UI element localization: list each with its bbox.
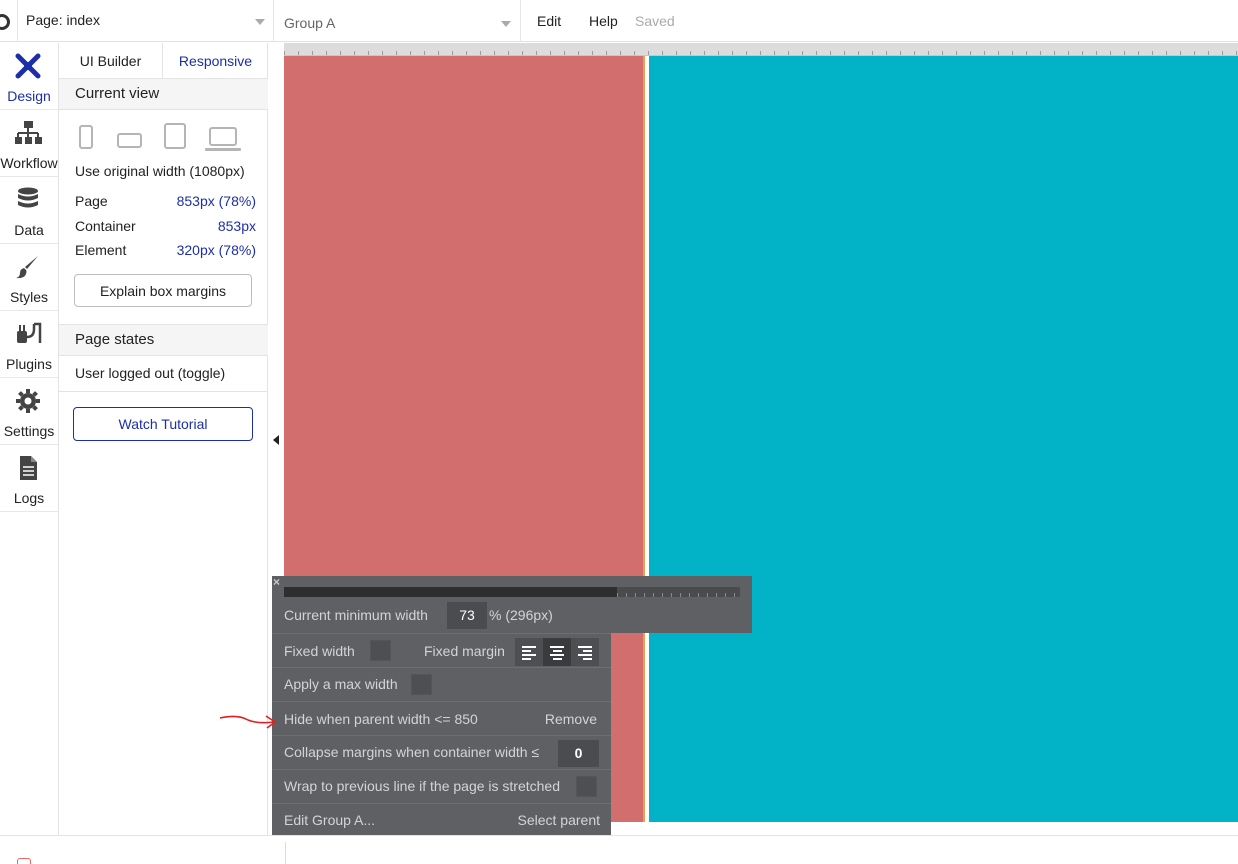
- page-state-item[interactable]: User logged out (toggle): [59, 355, 268, 392]
- collapse-margins-row: Collapse margins when container width ≤ …: [272, 735, 611, 769]
- max-width-label: Apply a max width: [284, 676, 398, 692]
- chevron-down-icon: [255, 19, 265, 25]
- document-icon: [20, 456, 37, 480]
- workflow-icon: [15, 121, 42, 144]
- element-selector-label: Group A: [284, 15, 336, 31]
- nav-label: Data: [14, 222, 44, 238]
- element-width-value: 320px (78%): [176, 242, 256, 258]
- responsive-settings-popup: × Current minimum width 73 % (296px) Fix…: [272, 575, 752, 835]
- align-left-icon[interactable]: [515, 638, 543, 666]
- menu-help[interactable]: Help: [589, 13, 618, 29]
- database-icon: [18, 187, 38, 208]
- nav-label: Design: [7, 88, 51, 104]
- phone-portrait-icon[interactable]: [79, 125, 93, 149]
- min-width-slider-fill[interactable]: [284, 587, 617, 597]
- current-view-heading: Current view: [59, 78, 268, 110]
- nav-item-plugins[interactable]: Plugins: [0, 311, 58, 378]
- popup-header: × Current minimum width 73 % (296px): [272, 575, 752, 633]
- error-indicator-icon[interactable]: [17, 858, 31, 864]
- divider: [285, 842, 286, 864]
- nav-label: Plugins: [6, 356, 52, 372]
- edit-row: Edit Group A... Select parent: [272, 803, 611, 835]
- element-width-label: Element: [75, 242, 127, 258]
- container-width-value: 853px: [217, 218, 256, 234]
- chevron-down-icon: [501, 21, 511, 27]
- annotation-arrow-icon: [219, 715, 277, 729]
- alignment-group: [515, 638, 599, 666]
- min-width-label: Current minimum width: [284, 607, 428, 623]
- fixed-width-label: Fixed width: [284, 643, 355, 659]
- nav-label: Workflow: [0, 155, 58, 171]
- page-selector-label: Page: index: [26, 12, 100, 28]
- top-bar: Page: index Group A Edit Help Saved: [0, 0, 1238, 42]
- original-width-option[interactable]: Use original width (1080px): [75, 163, 245, 179]
- design-icon: [15, 53, 41, 79]
- edit-group-link[interactable]: Edit Group A...: [284, 812, 375, 828]
- wrap-checkbox[interactable]: [576, 776, 597, 797]
- watch-tutorial-button[interactable]: Watch Tutorial: [73, 407, 253, 441]
- align-center-icon[interactable]: [543, 638, 571, 666]
- max-width-row: Apply a max width: [272, 667, 611, 701]
- nav-item-logs[interactable]: Logs: [0, 445, 58, 512]
- select-parent-link[interactable]: Select parent: [518, 812, 601, 828]
- min-width-row: Current minimum width 73 % (296px): [272, 598, 752, 633]
- element-selector[interactable]: Group A: [275, 0, 521, 42]
- plug-icon: [17, 322, 42, 343]
- tab-responsive[interactable]: Responsive: [163, 43, 268, 79]
- app-logo-icon: [0, 14, 10, 30]
- max-width-checkbox[interactable]: [411, 674, 432, 695]
- nav-item-styles[interactable]: Styles: [0, 244, 58, 311]
- laptop-icon[interactable]: [209, 127, 237, 146]
- hide-when-label: Hide when parent width <= 850: [284, 711, 478, 727]
- nav-item-data[interactable]: Data: [0, 177, 58, 244]
- remove-link[interactable]: Remove: [545, 711, 597, 727]
- explain-box-margins-button[interactable]: Explain box margins: [74, 274, 252, 307]
- page-states-heading: Page states: [59, 324, 268, 356]
- nav-item-settings[interactable]: Settings: [0, 378, 58, 445]
- wrap-row: Wrap to previous line if the page is str…: [272, 769, 611, 803]
- tab-ui-builder[interactable]: UI Builder: [59, 43, 163, 79]
- horizontal-ruler: [284, 43, 1238, 56]
- fixed-width-checkbox[interactable]: [370, 640, 391, 661]
- min-width-input[interactable]: 73: [447, 602, 487, 629]
- fixed-width-row: Fixed width Fixed margin: [272, 633, 611, 667]
- phone-landscape-icon[interactable]: [117, 133, 142, 148]
- bottom-strip: [0, 835, 1238, 864]
- fixed-margin-label: Fixed margin: [424, 643, 505, 659]
- collapse-margins-label: Collapse margins when container width ≤: [284, 744, 540, 760]
- brush-icon: [16, 256, 38, 279]
- close-icon[interactable]: ×: [273, 575, 280, 589]
- align-right-icon[interactable]: [571, 638, 599, 666]
- device-preview-group: [75, 123, 255, 153]
- collapse-width-input[interactable]: 0: [558, 740, 599, 767]
- hide-when-row: Hide when parent width <= 850 Remove: [272, 701, 611, 735]
- min-width-suffix: % (296px): [489, 607, 553, 623]
- panel-tabs: UI Builder Responsive: [59, 43, 268, 79]
- menu-edit[interactable]: Edit: [537, 13, 561, 29]
- collapse-panel-icon[interactable]: [273, 435, 279, 445]
- save-status: Saved: [635, 13, 675, 29]
- container-width-label: Container: [75, 218, 136, 234]
- laptop-base: [205, 148, 241, 151]
- nav-label: Settings: [3, 423, 55, 439]
- page-width-value: 853px (78%): [176, 193, 256, 209]
- page-width-label: Page: [75, 193, 108, 209]
- nav-label: Logs: [13, 490, 45, 506]
- nav-label: Styles: [9, 289, 49, 305]
- tablet-icon[interactable]: [164, 123, 186, 149]
- gear-icon: [16, 389, 40, 413]
- nav-item-workflow[interactable]: Workflow: [0, 110, 58, 177]
- nav-item-design[interactable]: Design: [0, 43, 58, 110]
- page-selector[interactable]: Page: index: [17, 0, 274, 42]
- wrap-label: Wrap to previous line if the page is str…: [284, 778, 561, 794]
- group-b-element[interactable]: [649, 56, 1238, 822]
- left-nav: Design Workflow Data Styles Plugins Sett…: [0, 43, 59, 835]
